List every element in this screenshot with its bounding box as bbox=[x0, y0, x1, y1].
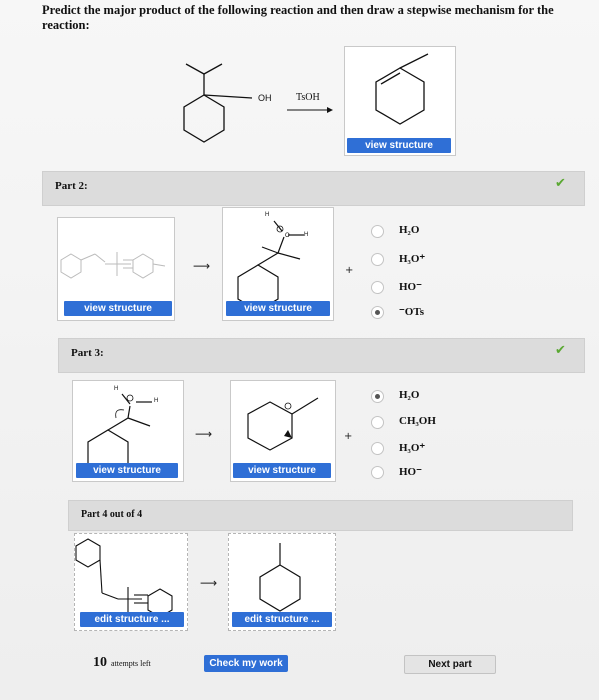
part2-structure2: O bbox=[237, 220, 304, 302]
next-part-button[interactable]: Next part bbox=[404, 655, 496, 674]
radio-button-selected[interactable] bbox=[371, 306, 384, 319]
part3-view-structure-1[interactable]: view structure bbox=[76, 463, 178, 478]
reaction-view-structure-button[interactable]: view structure bbox=[347, 138, 451, 153]
part2-header: Part 2: bbox=[42, 171, 585, 206]
part2-view-structure-2[interactable]: view structure bbox=[226, 301, 330, 316]
reaction-arrow bbox=[287, 107, 333, 113]
part4-header: Part 4 out of 4 bbox=[68, 500, 573, 531]
part2-check-icon: ✔ bbox=[555, 176, 566, 191]
part4-edit-structure-2[interactable]: edit structure ... bbox=[232, 612, 332, 627]
part4-arrow: ⟶ bbox=[200, 576, 218, 590]
radio-button[interactable] bbox=[371, 466, 384, 479]
radio-button[interactable] bbox=[371, 442, 384, 455]
part3-title: Part 3: bbox=[71, 347, 104, 359]
reagent-label: TsOH bbox=[296, 92, 320, 103]
part2-view-structure-1[interactable]: view structure bbox=[64, 301, 172, 316]
part4-structure2 bbox=[259, 543, 301, 612]
homework-page: Predict the major product of the followi… bbox=[0, 0, 599, 700]
radio-button[interactable] bbox=[371, 416, 384, 429]
question-text: Predict the major product of the followi… bbox=[42, 3, 554, 32]
part3-plus: + bbox=[344, 431, 353, 442]
attempts-count: 10 bbox=[93, 655, 107, 670]
oh-label: OH bbox=[258, 93, 272, 103]
attempts-left: 10 attempts left bbox=[93, 655, 151, 671]
part3-check-icon: ✔ bbox=[555, 343, 566, 358]
radio-button-selected[interactable] bbox=[371, 390, 384, 403]
part3-view-structure-2[interactable]: view structure bbox=[233, 463, 331, 478]
part2-h-label-2: H bbox=[304, 232, 309, 238]
part4-edit-structure-1[interactable]: edit structure ... bbox=[80, 612, 184, 627]
part3-h-label: H bbox=[114, 386, 119, 392]
part3-header: Part 3: bbox=[58, 338, 585, 373]
radio-button[interactable] bbox=[371, 281, 384, 294]
part3-arrow: ⟶ bbox=[195, 427, 213, 441]
check-my-work-button[interactable]: Check my work bbox=[204, 655, 288, 672]
attempts-label: attempts left bbox=[111, 659, 151, 668]
svg-text:O: O bbox=[285, 233, 290, 239]
part2-plus: + bbox=[345, 265, 354, 276]
reactant-cyclohexanol-structure bbox=[183, 63, 253, 143]
part2-structure1 bbox=[60, 252, 166, 279]
part2-title: Part 2: bbox=[55, 180, 88, 192]
radio-button[interactable] bbox=[371, 253, 384, 266]
radio-button[interactable] bbox=[371, 225, 384, 238]
part2-arrow: ⟶ bbox=[193, 259, 211, 273]
part4-structure1 bbox=[75, 538, 173, 618]
part2-h-label: H bbox=[265, 212, 270, 218]
part3-h-label-2: H bbox=[154, 398, 159, 404]
product-methylcyclohexene-structure bbox=[375, 53, 429, 125]
part4-title: Part 4 out of 4 bbox=[81, 509, 143, 520]
